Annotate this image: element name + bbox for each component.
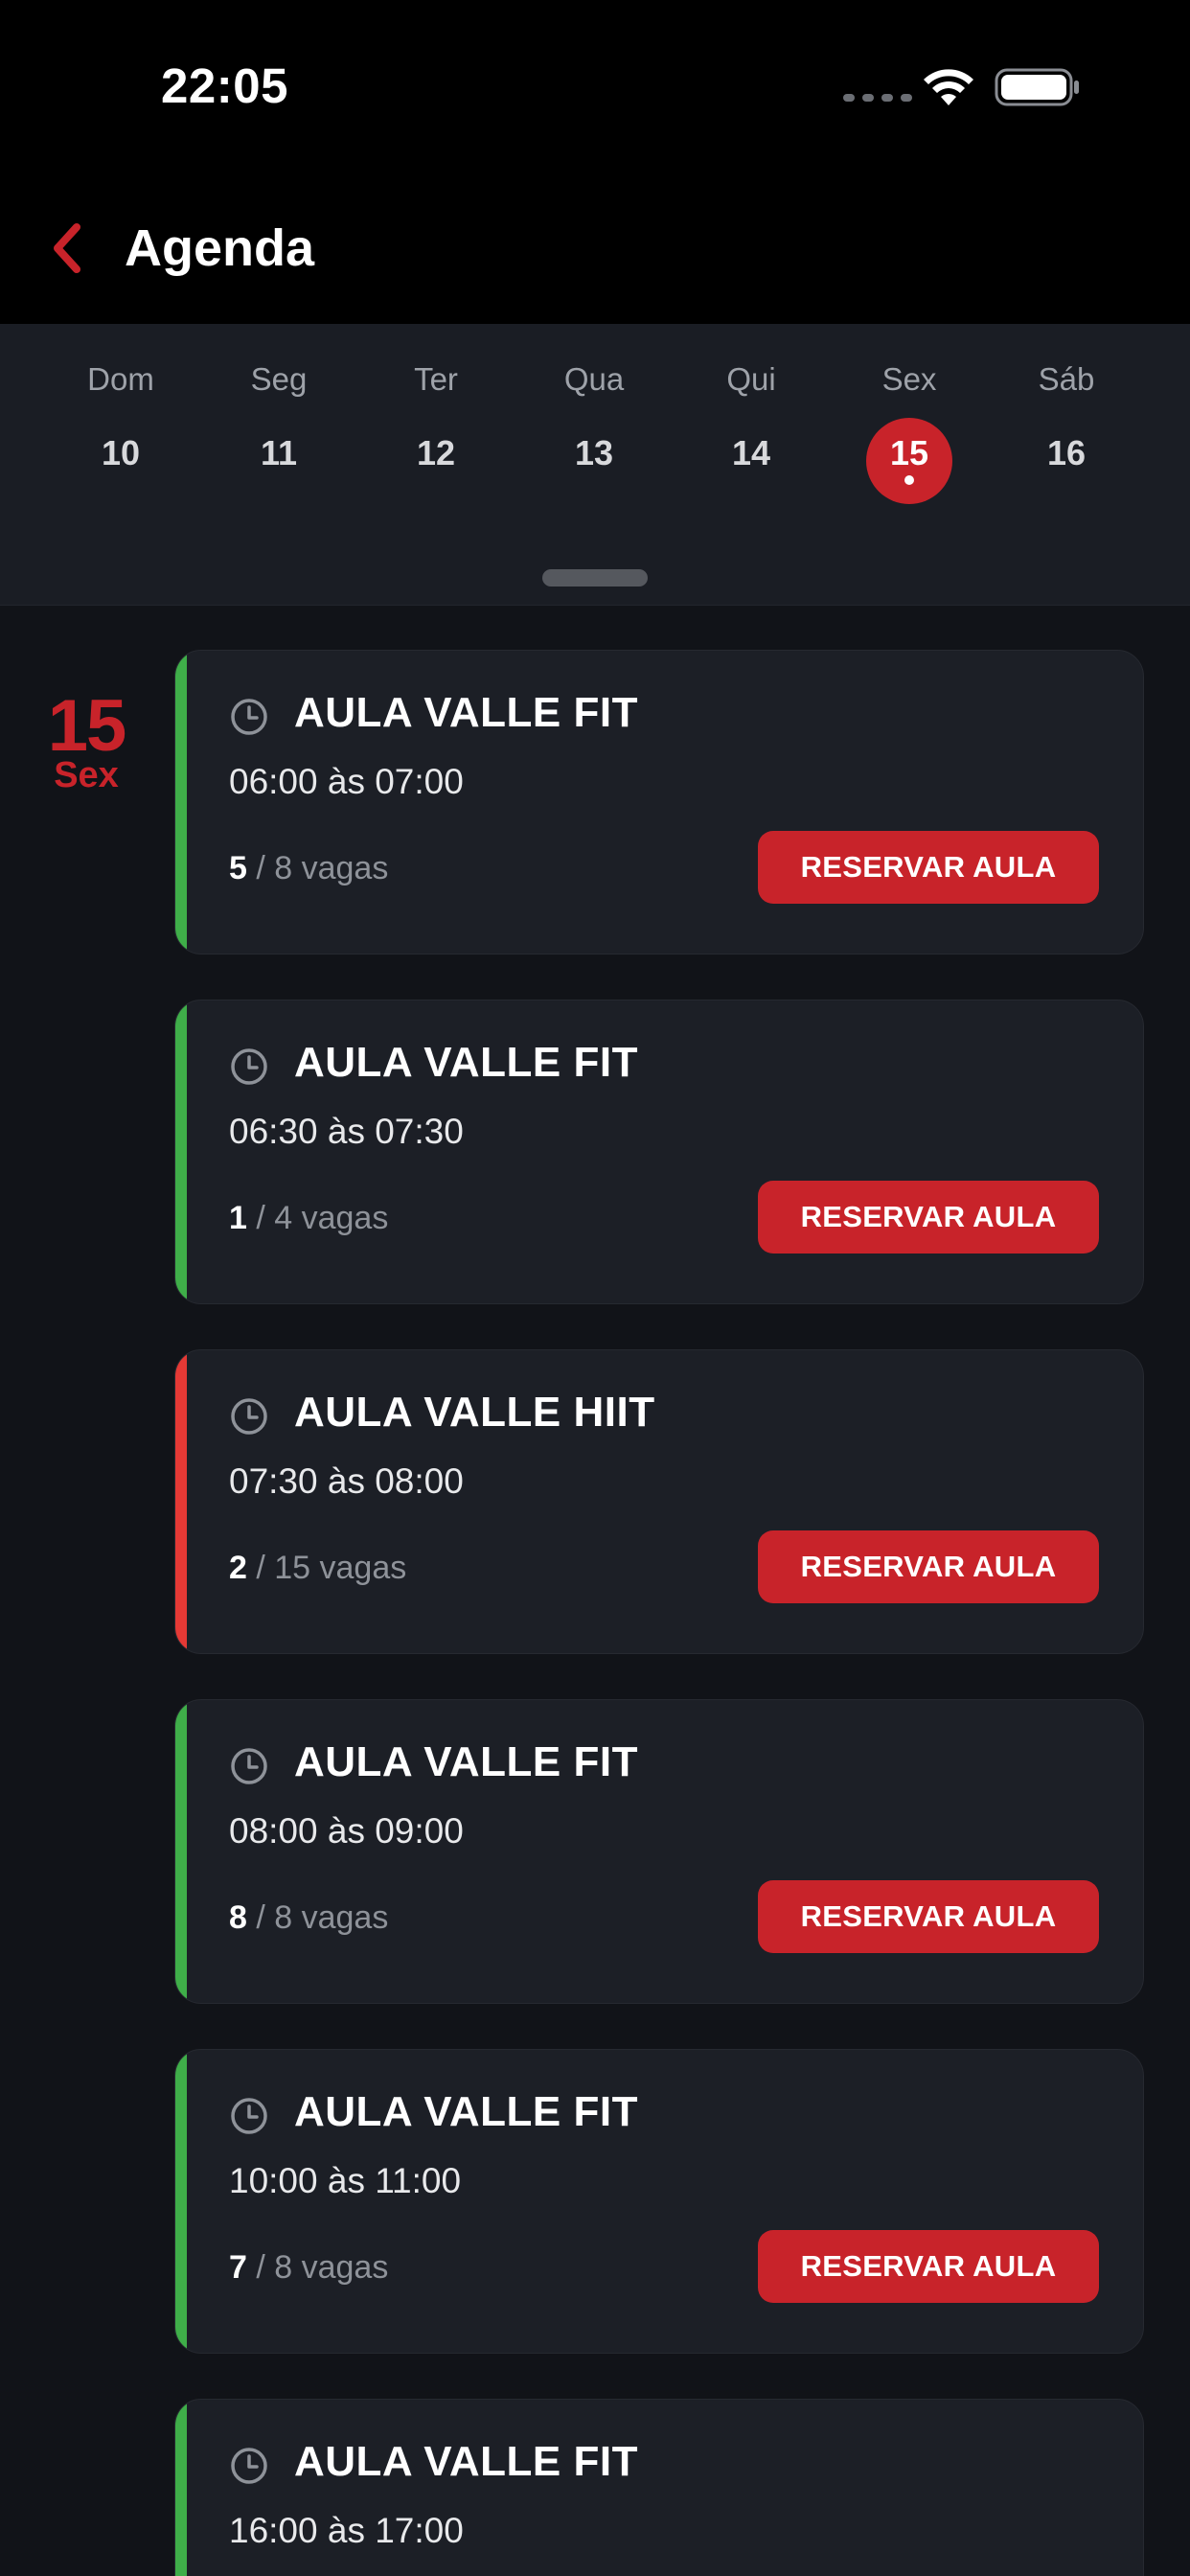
day-number: 14 xyxy=(731,433,771,472)
day-name: Qui xyxy=(726,361,776,397)
drag-handle[interactable] xyxy=(542,569,648,586)
availability-status-bar xyxy=(175,2050,187,2353)
class-time: 08:00 às 09:00 xyxy=(229,1811,464,1851)
spots-total: / 8 vagas xyxy=(246,1899,389,1936)
day-number: 12 xyxy=(416,433,456,472)
day-name: Sáb xyxy=(1038,361,1095,397)
app-screen: 22:05 Agenda Dom 10 Seg 11 Ter 12 Qua 13… xyxy=(0,0,1190,2576)
availability-status-bar xyxy=(175,1000,187,1303)
class-time: 16:00 às 17:00 xyxy=(229,2511,464,2550)
day-number: 10 xyxy=(101,433,141,472)
clock-icon xyxy=(231,699,267,735)
class-spots: 5 / 8 vagas xyxy=(229,850,388,887)
clock-icon xyxy=(231,2448,267,2484)
day-number: 13 xyxy=(574,433,614,472)
day-name: Sex xyxy=(881,361,937,397)
class-card[interactable]: AULA VALLE FIT 06:30 às 07:30 1 / 4 vagas R… xyxy=(174,1000,1144,1304)
week-day-selector: Dom 10 Seg 11 Ter 12 Qua 13 Qui 14 Sex 1… xyxy=(0,324,1190,606)
day-tuesday[interactable]: Ter 12 xyxy=(378,358,493,504)
spots-booked: 7 xyxy=(229,2249,247,2286)
page-title: Agenda xyxy=(125,219,315,277)
event-indicator-dot xyxy=(904,475,914,485)
class-card[interactable]: AULA VALLE FIT 06:00 às 07:00 5 / 8 vagas R… xyxy=(174,650,1144,954)
clock-icon xyxy=(231,2098,267,2134)
class-title: AULA VALLE FIT xyxy=(294,689,638,736)
spots-total: / 8 vagas xyxy=(246,2249,389,2286)
selected-date-label: 15 Sex xyxy=(38,690,134,794)
clock-icon xyxy=(231,1398,267,1435)
date-label-number: 15 xyxy=(47,685,127,767)
spots-total: / 15 vagas xyxy=(246,1550,407,1586)
class-spots: 8 / 8 vagas xyxy=(229,1899,388,1937)
spots-total: / 8 vagas xyxy=(246,850,389,886)
availability-status-bar xyxy=(175,2400,187,2576)
chevron-left-icon xyxy=(54,223,80,273)
battery-icon xyxy=(995,68,1079,106)
class-card[interactable]: AULA VALLE FIT 10:00 às 11:00 7 / 8 vagas R… xyxy=(174,2049,1144,2354)
spots-booked: 2 xyxy=(229,1550,247,1586)
class-time: 10:00 às 11:00 xyxy=(229,2161,462,2200)
nav-header: Agenda xyxy=(0,172,1190,324)
day-name: Seg xyxy=(250,361,308,397)
day-number: 11 xyxy=(260,433,298,472)
status-bar: 22:05 xyxy=(0,0,1190,172)
day-saturday[interactable]: Sáb 16 xyxy=(1009,358,1124,504)
class-title: AULA VALLE HIIT xyxy=(294,1389,655,1436)
status-time: 22:05 xyxy=(161,58,288,113)
day-number: 16 xyxy=(1046,433,1087,472)
class-spots: 2 / 15 vagas xyxy=(229,1550,406,1587)
availability-status-bar xyxy=(175,651,187,954)
reserve-class-button[interactable]: RESERVAR AULA xyxy=(758,2230,1099,2303)
spots-booked: 8 xyxy=(229,1899,247,1936)
spots-booked: 5 xyxy=(229,850,247,886)
class-card[interactable]: AULA VALLE HIIT 07:30 às 08:00 2 / 15 vaga… xyxy=(174,1349,1144,1654)
class-title: AULA VALLE FIT xyxy=(294,2088,638,2135)
reserve-class-button[interactable]: RESERVAR AULA xyxy=(758,1530,1099,1603)
day-wednesday[interactable]: Qua 13 xyxy=(537,358,652,504)
class-title: AULA VALLE FIT xyxy=(294,1039,638,1086)
spots-total: / 4 vagas xyxy=(246,1200,389,1236)
class-title: AULA VALLE FIT xyxy=(294,1738,638,1785)
spots-booked: 1 xyxy=(229,1200,247,1236)
class-spots: 1 / 4 vagas xyxy=(229,1200,388,1237)
cellular-signal-icon xyxy=(843,94,912,102)
day-name: Dom xyxy=(87,361,154,397)
wifi-icon xyxy=(924,69,973,105)
class-spots: 7 / 8 vagas xyxy=(229,2249,388,2287)
class-time: 06:00 às 07:00 xyxy=(229,762,464,801)
reserve-class-button[interactable]: RESERVAR AULA xyxy=(758,1181,1099,1254)
class-time: 06:30 às 07:30 xyxy=(229,1112,464,1151)
reserve-class-button[interactable]: RESERVAR AULA xyxy=(758,1880,1099,1953)
clock-icon xyxy=(231,1048,267,1085)
class-card[interactable]: AULA VALLE FIT16:00 às 17:00RESERVAR AUL… xyxy=(174,2399,1144,2576)
availability-status-bar xyxy=(175,1350,187,1653)
day-number: 15 xyxy=(866,418,952,504)
day-friday-selected[interactable]: Sex 15 xyxy=(852,358,967,504)
class-time: 07:30 às 08:00 xyxy=(229,1461,464,1501)
class-card[interactable]: AULA VALLE FIT 08:00 às 09:00 8 / 8 vagas R… xyxy=(174,1699,1144,2004)
day-monday[interactable]: Seg 11 xyxy=(221,358,336,504)
class-title: AULA VALLE FIT xyxy=(294,2438,638,2485)
day-sunday[interactable]: Dom 10 xyxy=(63,358,178,504)
reserve-class-button[interactable]: RESERVAR AULA xyxy=(758,831,1099,904)
availability-status-bar xyxy=(175,1700,187,2003)
day-name: Qua xyxy=(563,361,625,397)
day-thursday[interactable]: Qui 14 xyxy=(694,358,809,504)
back-button[interactable] xyxy=(38,215,96,282)
clock-icon xyxy=(231,1748,267,1784)
day-name: Ter xyxy=(414,361,458,397)
